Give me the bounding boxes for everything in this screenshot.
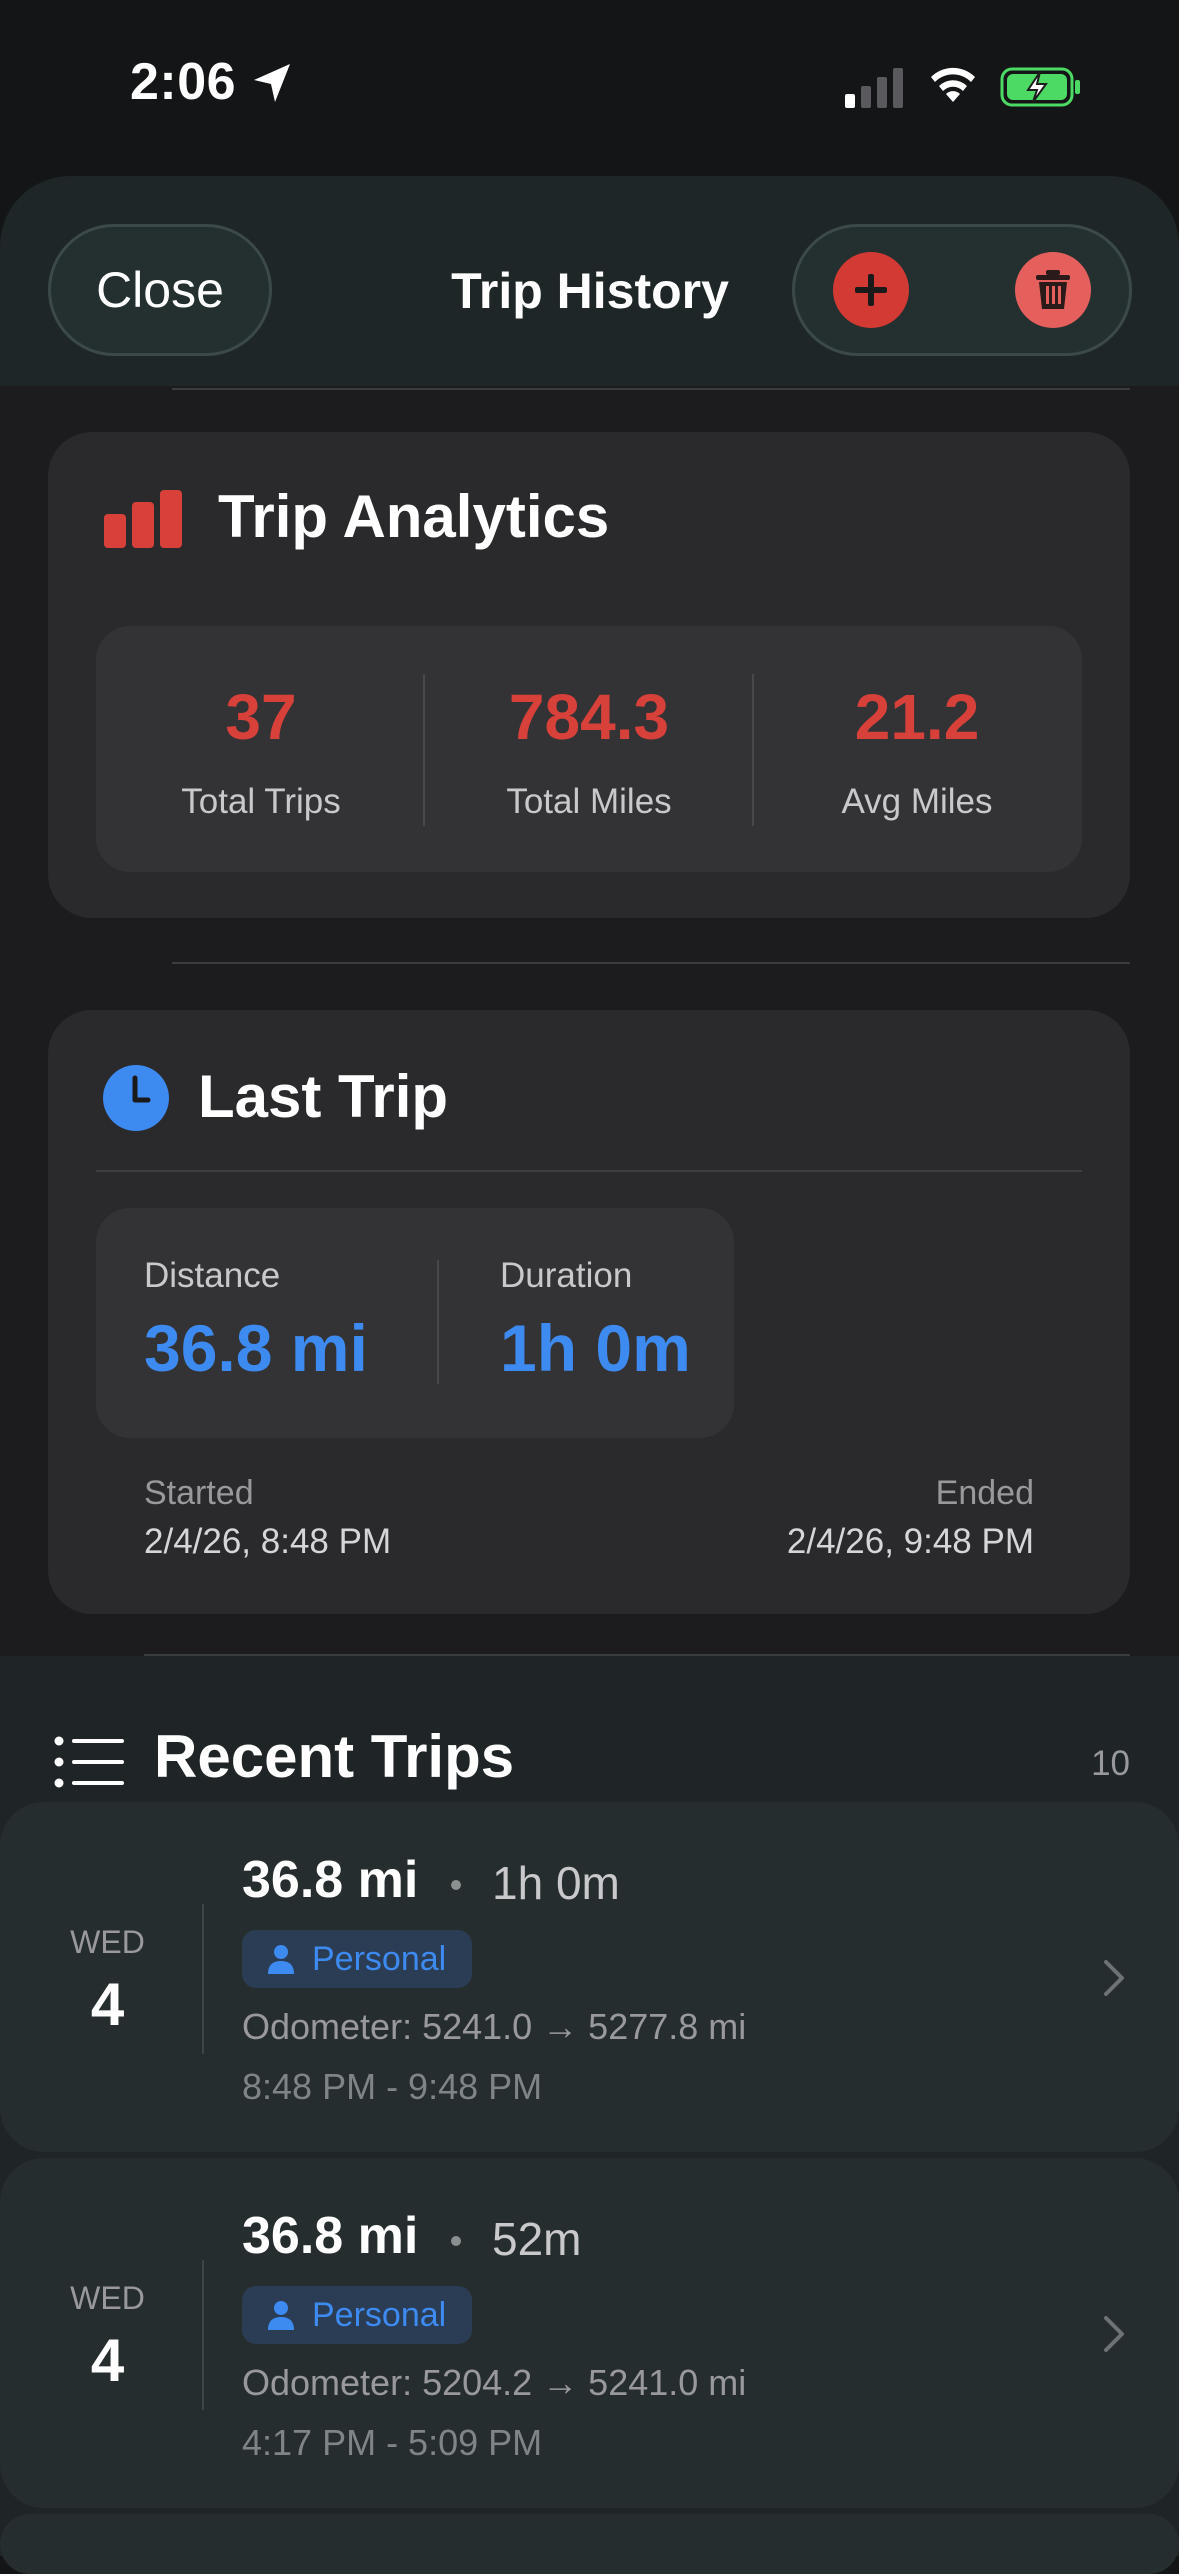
trip-row[interactable]: WED 4 36.8 mi 1h 0m Personal Odometer: 5…	[0, 1802, 1179, 2152]
plus-icon	[855, 274, 887, 306]
trip-row[interactable]: WED 4 36.8 mi 52m Personal Odometer: 520…	[0, 2158, 1179, 2508]
category-badge: Personal	[242, 2286, 473, 2344]
trip-odometer: Odometer: 5204.2 → 5241.0 mi	[242, 2362, 747, 2403]
delete-trips-button[interactable]	[1015, 252, 1091, 328]
trip-miles: 36.8 mi	[242, 1851, 419, 1909]
trip-time-range: 4:17 PM - 5:09 PM	[242, 2422, 543, 2463]
person-icon	[268, 1945, 294, 1974]
chevron-right-icon	[1104, 2316, 1124, 2352]
started-value: 2/4/26, 8:48 PM	[144, 1522, 392, 1561]
trip-weekday: WED	[70, 1924, 145, 1960]
last-trip-title: Last Trip	[198, 1063, 449, 1130]
duration-label: Duration	[500, 1256, 633, 1295]
recent-trips-count: 10	[1091, 1744, 1130, 1783]
bar-chart-icon	[104, 490, 182, 548]
category-label: Personal	[312, 2295, 447, 2334]
stat-value: 37	[225, 681, 297, 753]
last-trip-metrics: Distance 36.8 mi Duration 1h 0m	[96, 1208, 734, 1438]
add-trip-button[interactable]	[833, 252, 909, 328]
divider	[172, 962, 1130, 964]
stat-label: Total Trips	[181, 782, 341, 821]
stat-value: 21.2	[854, 681, 980, 753]
list-icon	[54, 1736, 124, 1788]
category-label: Personal	[312, 1939, 447, 1978]
trip-duration: 52m	[492, 2213, 582, 2265]
clock-icon	[103, 1065, 169, 1131]
trip-odometer: Odometer: 5241.0 → 5277.8 mi	[242, 2006, 747, 2047]
status-time: 2:06	[130, 53, 237, 111]
ended-value: 2/4/26, 9:48 PM	[786, 1522, 1034, 1561]
trip-row[interactable]	[0, 2514, 1179, 2574]
metric-divider	[437, 1260, 439, 1384]
trip-divider	[202, 1904, 204, 2054]
ended-label: Ended	[935, 1474, 1034, 1512]
recent-trips-title: Recent Trips	[154, 1723, 515, 1790]
divider	[144, 1654, 1130, 1656]
distance-label: Distance	[144, 1256, 281, 1295]
stat-value: 784.3	[508, 681, 670, 753]
trip-date: 4	[90, 2327, 125, 2394]
page-title: Trip History	[451, 263, 729, 319]
signal-icon	[845, 68, 903, 108]
header-actions	[792, 224, 1132, 356]
trip-divider	[202, 2260, 204, 2410]
close-button[interactable]: Close	[48, 224, 272, 356]
trip-date: 4	[90, 1971, 125, 2038]
distance-value: 36.8 mi	[144, 1311, 368, 1385]
stat-label: Total Miles	[506, 782, 672, 821]
analytics-stats: 37 Total Trips 784.3 Total Miles 21.2 Av…	[96, 626, 1082, 872]
trip-miles: 36.8 mi	[242, 2207, 419, 2265]
divider	[172, 388, 1130, 390]
last-trip-card: Last Trip Distance 36.8 mi Duration 1h 0…	[48, 1010, 1130, 1614]
separator-dot	[451, 1880, 461, 1890]
person-icon	[268, 2301, 294, 2330]
wifi-icon	[931, 67, 975, 102]
battery-charging-icon	[1000, 67, 1080, 107]
trip-duration: 1h 0m	[492, 1857, 620, 1909]
analytics-title: Trip Analytics	[218, 483, 610, 550]
trip-analytics-card: Trip Analytics 37 Total Trips 784.3 Tota…	[48, 432, 1130, 918]
trash-icon	[1036, 270, 1070, 309]
duration-value: 1h 0m	[500, 1311, 691, 1385]
started-label: Started	[144, 1474, 254, 1512]
trip-time-range: 8:48 PM - 9:48 PM	[242, 2066, 543, 2107]
trip-weekday: WED	[70, 2280, 145, 2316]
category-badge: Personal	[242, 1930, 473, 1988]
divider	[96, 1170, 1082, 1172]
separator-dot	[451, 2236, 461, 2246]
location-arrow-icon	[254, 64, 290, 102]
stat-label: Avg Miles	[841, 782, 993, 821]
chevron-right-icon	[1104, 1960, 1124, 1996]
